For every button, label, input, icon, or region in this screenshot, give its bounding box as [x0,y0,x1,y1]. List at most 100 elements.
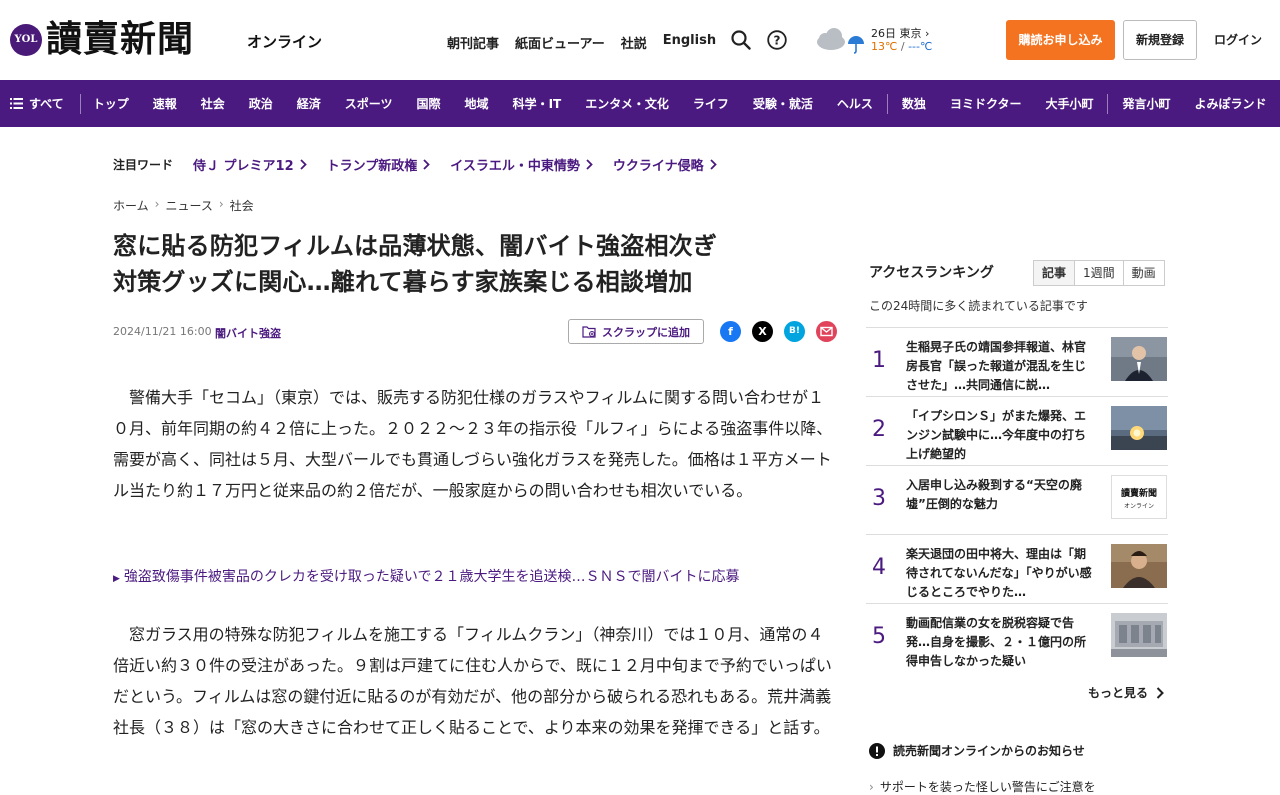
login-button[interactable]: ログイン [1206,20,1270,60]
nav-item[interactable]: 政治 [237,94,285,114]
scrap-folder-icon [582,326,596,338]
nav-item[interactable]: ヨミドクター [938,94,1034,114]
x-share-icon[interactable]: X [752,321,773,342]
trending-link-premier12[interactable]: 侍Ｊ プレミア12 [193,155,307,174]
hatena-bookmark-icon[interactable]: B! [784,321,805,342]
link-morning-articles[interactable]: 朝刊記事 [447,33,499,52]
related-article-link[interactable]: ▶ 強盗致傷事件被害品のクレカを受け取った疑いで２１歳大学生を追送検…ＳＮＳで闇バ… [113,566,740,586]
breadcrumb-news[interactable]: ニュース [165,197,212,214]
site-logo[interactable]: 讀賣新聞 [46,17,194,61]
nav-item[interactable]: ヘルス [825,94,885,114]
nav-item[interactable]: 社会 [189,94,237,114]
nav-item[interactable]: エンタメ・文化 [573,94,681,114]
nav-item[interactable]: 速報 [141,94,189,114]
ranking-item[interactable]: 1 生稲晃子氏の靖国参拝報道、林官房長官「誤った報道が混乱を生じさせた」…共同通… [866,327,1168,396]
weather-cloud-umbrella-icon[interactable] [814,26,866,54]
yol-logo-badge[interactable]: YOL [10,24,42,56]
scrap-add-label: スクラップに追加 [602,325,690,339]
tab-video[interactable]: 動画 [1122,261,1164,285]
nav-item[interactable]: 経済 [285,94,333,114]
ranking-title: アクセスランキング [869,265,994,281]
trending-link-text: イスラエル・中東情勢 [450,159,580,174]
article-paragraph-1: 警備大手「セコム」（東京）では、販売する防犯仕様のガラスやフィルムに関する問い合… [113,388,833,500]
breadcrumb-home[interactable]: ホーム [113,197,149,214]
nav-item[interactable]: 発言小町 [1110,94,1182,114]
scrap-add-button[interactable]: スクラップに追加 [568,319,704,344]
facebook-share-icon[interactable]: f [720,321,741,342]
rank-number: 4 [872,555,886,580]
temp-high: 13℃ [871,40,898,53]
svg-text:?: ? [774,34,781,48]
thumb-logo-sub: オンライン [1123,503,1154,510]
rank-thumbnail-image [1111,337,1167,381]
nav-divider [1107,93,1109,114]
exclamation-icon [869,742,885,759]
temp-low: ---℃ [908,40,933,53]
rank-headline: 「イプシロンＳ」がまた爆発、エンジン試験中に…今年度中の打ち上げ絶望的 [906,409,1087,461]
weather-date-city[interactable]: 26日 東京 › [871,25,929,41]
link-editorial[interactable]: 社説 [621,33,647,52]
trending-link-middle-east[interactable]: イスラエル・中東情勢 [450,155,593,174]
nav-divider [886,93,888,114]
thumb-logo-text: 讀賣新聞 [1120,489,1157,499]
ranking-item[interactable]: 2 「イプシロンＳ」がまた爆発、エンジン試験中に…今年度中の打ち上げ絶望的 [866,396,1168,465]
subscribe-button[interactable]: 購読お申し込み [1006,20,1115,60]
rank-headline: 生稲晃子氏の靖国参拝報道、林官房長官「誤った報道が混乱を生じさせた」…共同通信に… [906,340,1087,392]
weather-date-city-text: 26日 東京 [871,27,922,40]
notice-title-text: 読売新聞オンラインからのお知らせ [893,744,1085,758]
mail-share-icon[interactable] [816,321,837,342]
chevron-right-icon [423,159,431,170]
nav-item[interactable]: 国際 [405,94,453,114]
notice-item-link[interactable]: › サポートを装った怪しい警告にご注意を [869,778,1096,795]
ranking-more-link[interactable]: もっと見る [1088,684,1164,701]
nav-item[interactable]: 地域 [453,94,501,114]
related-article-text: 強盗致傷事件被害品のクレカを受け取った疑いで２１歳大学生を追送検…ＳＮＳで闇バイ… [123,569,740,585]
nav-item[interactable]: スポーツ [333,94,405,114]
tab-week[interactable]: 1週間 [1074,261,1123,285]
nav-item[interactable]: 科学・IT [501,94,574,114]
chevron-right-icon: › [869,780,874,794]
ranking-subtitle: この24時間に多く読まれている記事です [869,299,1088,313]
article-paragraph-2: 窓ガラス用の特殊な防犯フィルムを施工する「フィルムクラン」（神奈川）では１０月、… [113,625,832,737]
ranking-item[interactable]: 4 楽天退団の田中将大、理由は「期待されてないんだな」「やりがい感じるところでや… [866,534,1168,603]
link-paper-viewer[interactable]: 紙面ビューアー [515,33,605,52]
link-english[interactable]: English [663,33,716,52]
register-button[interactable]: 新規登録 [1123,20,1197,60]
rank-thumbnail-logo: 讀賣新聞 オンライン [1111,475,1167,519]
triangle-right-icon: ▶ [113,574,120,584]
menu-icon [10,98,23,109]
rank-number: 2 [872,417,886,442]
tab-articles[interactable]: 記事 [1034,261,1075,285]
trending-link-text: 侍Ｊ プレミア12 [193,159,294,174]
search-icon[interactable] [731,30,751,50]
nav-item[interactable]: 大手小町 [1033,94,1105,114]
trending-words: 注目ワード 侍Ｊ プレミア12 トランプ新政権 イスラエル・中東情勢 ウクライナ… [113,155,717,174]
nav-group-community: 発言小町 よみぽランド [1110,94,1278,114]
article-date: 2024/11/21 16:00 [113,325,212,338]
temp-separator: / [900,40,905,53]
trending-link-ukraine[interactable]: ウクライナ侵略 [613,155,717,174]
article-tag-link[interactable]: 闇バイト強盗 [215,325,281,341]
breadcrumb-section[interactable]: 社会 [230,197,254,214]
rank-headline: 動画配信業の女を脱税容疑で告発…自身を撮影、２・１億円の所得申告しなかった疑い [906,616,1087,668]
nav-item[interactable]: トップ [81,94,141,114]
rank-headline: 楽天退団の田中将大、理由は「期待されてないんだな」「やりがい感じるところでやりた… [906,547,1092,599]
weather-temps: 13℃ / ---℃ [871,40,932,53]
site-logo-subtitle[interactable]: オンライン [247,31,322,52]
ranking-item[interactable]: 5 動画配信業の女を脱税容疑で告発…自身を撮影、２・１億円の所得申告しなかった疑… [866,603,1168,672]
nav-item[interactable]: 数独 [890,94,938,114]
rank-thumbnail-image [1111,613,1167,657]
nav-item[interactable]: よみぽランド [1183,94,1279,114]
trending-link-trump[interactable]: トランプ新政権 [327,155,431,174]
ranking-item[interactable]: 3 入居申し込み殺到する“天空の廃墟”圧倒的な魅力 讀賣新聞 オンライン [866,465,1168,534]
help-icon[interactable]: ? [767,30,787,50]
trending-label: 注目ワード [113,158,174,172]
article-title-line1: 窓に貼る防犯フィルムは品薄状態、闇バイト強盗相次ぎ [113,232,718,260]
nav-all-menu[interactable]: すべて [0,93,81,114]
breadcrumb: ホーム › ニュース › 社会 [113,197,254,214]
header-links: 朝刊記事 紙面ビューアー 社説 English [447,33,716,52]
rank-headline: 入居申し込み殺到する“天空の廃墟”圧倒的な魅力 [906,478,1082,511]
nav-item[interactable]: 受験・就活 [741,94,825,114]
nav-item[interactable]: ライフ [681,94,741,114]
main-nav: すべて トップ 速報 社会 政治 経済 スポーツ 国際 地域 科学・IT エンタメ・文化 ライフ 受験… [0,80,1280,127]
